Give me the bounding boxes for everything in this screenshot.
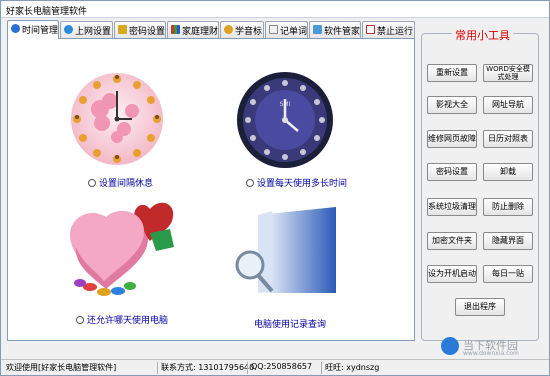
tab-label: 上网设置 <box>75 27 112 37</box>
usage-log-label: 电脑使用记录查询 <box>254 320 327 330</box>
tab-label: 软件管家 <box>324 27 361 37</box>
uninstall-button[interactable]: 卸载 <box>483 163 533 181</box>
window-title: 好家长电脑管理软件 <box>6 7 88 17</box>
startup-button[interactable]: 设为开机启动 <box>427 265 477 283</box>
tab-block-programs[interactable]: 禁止运行 <box>362 21 415 38</box>
document-search-icon <box>235 207 336 293</box>
word-safe-mode-button[interactable]: WORD安全模式处理 <box>483 64 533 82</box>
hide-window-button[interactable]: 隐藏界面 <box>483 232 533 250</box>
fix-webpage-button[interactable]: 维修网页故障 <box>427 130 477 148</box>
status-contact: 联系方式: 13101795640 <box>157 362 254 374</box>
tab-label: 记单词 <box>280 27 308 37</box>
usage-log-link[interactable]: 电脑使用记录查询 <box>254 317 326 330</box>
daily-limit-image[interactable]: SMI <box>234 69 336 171</box>
button-label: 加密文件夹 <box>432 236 472 245</box>
usage-log-image[interactable] <box>224 201 344 301</box>
tab-phonetics[interactable]: 学音标 <box>220 21 264 38</box>
flower-clock-icon <box>71 73 163 165</box>
status-welcome: 欢迎使用[好家长电脑管理软件] <box>6 363 117 372</box>
exit-button[interactable]: 退出程序 <box>455 298 505 316</box>
junk-clean-button[interactable]: 系统垃圾清理 <box>427 198 477 216</box>
watermark-url: www.downxia.com <box>463 350 519 357</box>
button-label: WORD安全模式处理 <box>486 65 530 81</box>
button-label: 卸载 <box>500 167 516 176</box>
button-label: 影视大全 <box>436 100 468 109</box>
tab-time-management[interactable]: 时间管理 <box>7 20 59 39</box>
tab-software-manager[interactable]: 软件管家 <box>309 21 361 38</box>
block-icon <box>366 25 375 34</box>
button-label: 系统垃圾清理 <box>428 202 476 211</box>
pencil-icon <box>269 25 278 34</box>
rest-interval-option[interactable]: 设置间隔休息 <box>88 176 153 189</box>
movies-button[interactable]: 影视大全 <box>427 96 477 114</box>
tools-title: 常用小工具 <box>452 27 513 43</box>
watch-clock-icon: SMI <box>237 72 333 168</box>
url-nav-button[interactable]: 网址导航 <box>483 96 533 114</box>
daily-limit-label: 设置每天使用多长时间 <box>257 179 348 189</box>
encrypt-folder-button[interactable]: 加密文件夹 <box>427 232 477 250</box>
button-label: 网址导航 <box>492 100 524 109</box>
heart-gift-icon <box>70 202 174 296</box>
tools-group: 常用小工具 重新设置 WORD安全模式处理 影视大全 网址导航 维修网页故障 日… <box>421 27 539 341</box>
button-label: 维修网页故障 <box>428 134 476 143</box>
tab-label: 密码设置 <box>129 27 166 37</box>
lock-icon <box>118 25 127 34</box>
tab-label: 时间管理 <box>22 26 59 36</box>
main-window: 好家长电脑管理软件 时间管理 上网设置 密码设置 家庭理财 学音标 记单词 软件… <box>0 0 550 376</box>
time-management-panel: 设置间隔休息 SMI 设置每天使用多长时间 <box>7 38 415 341</box>
tab-internet-settings[interactable]: 上网设置 <box>60 21 113 38</box>
tab-label: 家庭理财 <box>182 27 219 37</box>
daily-limit-option[interactable]: 设置每天使用多长时间 <box>246 176 347 189</box>
reset-button[interactable]: 重新设置 <box>427 64 477 82</box>
allowed-days-label: 还允许哪天使用电脑 <box>87 316 169 326</box>
computer-icon <box>313 25 322 34</box>
radio-button[interactable] <box>88 179 96 187</box>
button-label: 退出程序 <box>464 302 496 311</box>
prevent-delete-button[interactable]: 防止删除 <box>483 198 533 216</box>
globe-icon <box>64 25 73 34</box>
status-qq: QQ:250858657 <box>247 362 312 374</box>
calendar-button[interactable]: 日历对照表 <box>483 130 533 148</box>
button-label: 每日一贴 <box>492 269 524 278</box>
radio-button[interactable] <box>246 179 254 187</box>
button-label: 防止删除 <box>492 202 524 211</box>
password-settings-button[interactable]: 密码设置 <box>427 163 477 181</box>
status-wangwang: 旺旺: xydnszg <box>321 362 379 374</box>
daily-tip-button[interactable]: 每日一贴 <box>483 265 533 283</box>
watermark-logo-icon <box>441 337 459 355</box>
watermark: 当下软件园 www.downxia.com <box>441 337 547 359</box>
clock-icon <box>11 24 20 33</box>
button-label: 日历对照表 <box>488 134 528 143</box>
tab-strip: 时间管理 上网设置 密码设置 家庭理财 学音标 记单词 软件管家 禁止运行 <box>7 20 415 39</box>
allowed-days-image[interactable] <box>60 189 182 301</box>
rest-interval-image[interactable] <box>62 63 172 175</box>
tab-family-finance[interactable]: 家庭理财 <box>167 21 219 38</box>
tab-vocabulary[interactable]: 记单词 <box>265 21 308 38</box>
tab-label: 禁止运行 <box>377 27 414 37</box>
button-label: 密码设置 <box>436 167 468 176</box>
allowed-days-option[interactable]: 还允许哪天使用电脑 <box>76 313 168 326</box>
headphones-icon <box>224 25 233 34</box>
radio-button[interactable] <box>76 316 84 324</box>
button-label: 重新设置 <box>436 68 468 77</box>
status-bar: 欢迎使用[好家长电脑管理软件] 联系方式: 13101795640 QQ:250… <box>1 359 549 375</box>
tab-label: 学音标 <box>235 27 263 37</box>
title-bar: 好家长电脑管理软件 <box>1 1 549 18</box>
tab-password-settings[interactable]: 密码设置 <box>114 21 166 38</box>
rest-interval-label: 设置间隔休息 <box>99 179 154 189</box>
button-label: 设为开机启动 <box>428 269 476 278</box>
button-label: 隐藏界面 <box>492 236 524 245</box>
chart-icon <box>171 25 180 34</box>
